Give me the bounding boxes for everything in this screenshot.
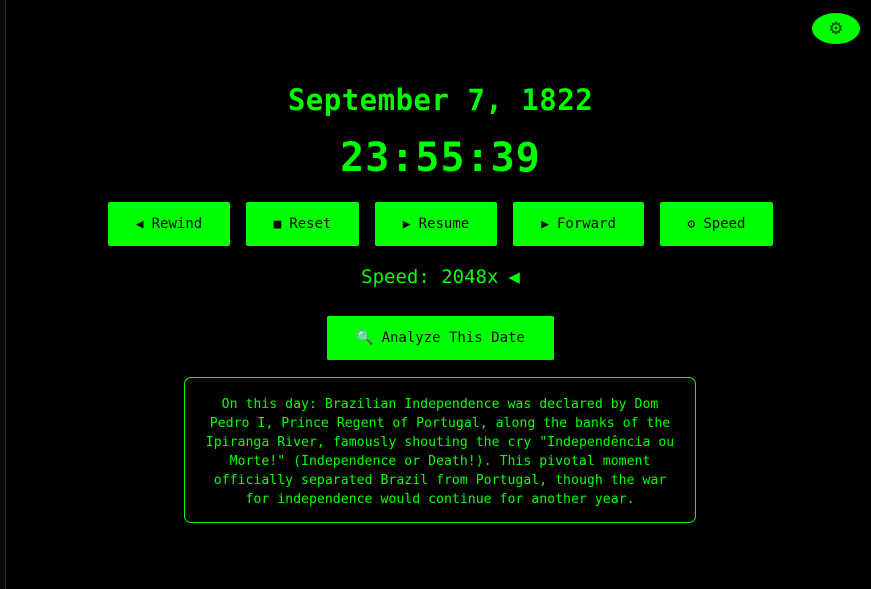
- analyze-label: Analyze This Date: [381, 330, 525, 346]
- play-icon: ▶: [402, 216, 411, 232]
- forward-label: Forward: [556, 216, 616, 232]
- gear-icon: ⚙: [687, 216, 696, 232]
- rewind-icon: ◀: [135, 216, 144, 232]
- resume-button[interactable]: ▶ Resume: [375, 202, 497, 246]
- magnifier-icon: 🔍: [356, 330, 374, 346]
- speed-label: Speed: [703, 216, 746, 232]
- speed-indicator: Speed: 2048x ◀: [0, 266, 871, 288]
- direction-arrow-icon: ◀: [508, 266, 520, 288]
- gear-icon: ⚙: [828, 18, 844, 38]
- forward-icon: ▶: [541, 216, 549, 232]
- current-time: 23:55:39: [340, 135, 541, 181]
- reset-label: Reset: [289, 216, 332, 232]
- rewind-button[interactable]: ◀ Rewind: [108, 202, 230, 246]
- settings-button[interactable]: ⚙: [812, 13, 860, 44]
- analyze-date-button[interactable]: 🔍 Analyze This Date: [327, 316, 554, 360]
- rewind-label: Rewind: [151, 216, 203, 232]
- forward-button[interactable]: ▶ Forward: [513, 202, 644, 246]
- current-date: September 7, 1822: [287, 83, 594, 117]
- speed-text: Speed: 2048x: [361, 266, 499, 288]
- speed-button[interactable]: ⚙ Speed: [660, 202, 773, 246]
- stop-icon: ■: [273, 216, 282, 232]
- date-info-box: On this day: Brazilian Independence was …: [184, 377, 696, 523]
- reset-button[interactable]: ■ Reset: [246, 202, 359, 246]
- resume-label: Resume: [418, 216, 470, 232]
